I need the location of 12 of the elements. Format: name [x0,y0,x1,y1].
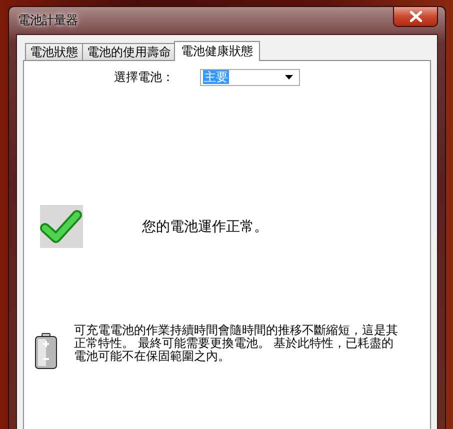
battery-select-label: 選擇電池： [113,68,174,86]
close-button[interactable] [393,7,438,27]
battery-icon [34,333,58,369]
check-icon [40,205,83,248]
close-icon [410,11,422,22]
window-title: 電池計量器 [17,12,78,29]
info-paragraph: 可充電電池的作業持續時間會隨時間的推移不斷縮短，這是其正常特性。 最終可能需要更換電池。 基於此特性，已耗盡的電池可能不在保固範圍之內。 [74,324,399,365]
status-message: 您的電池運作正常。 [142,218,268,236]
tab[interactable]: 電池的使用壽命 [82,43,176,60]
caret-icon [285,74,293,80]
tab[interactable]: 電池健康狀態 [174,41,260,61]
tab[interactable]: 電池狀態 [25,43,83,60]
